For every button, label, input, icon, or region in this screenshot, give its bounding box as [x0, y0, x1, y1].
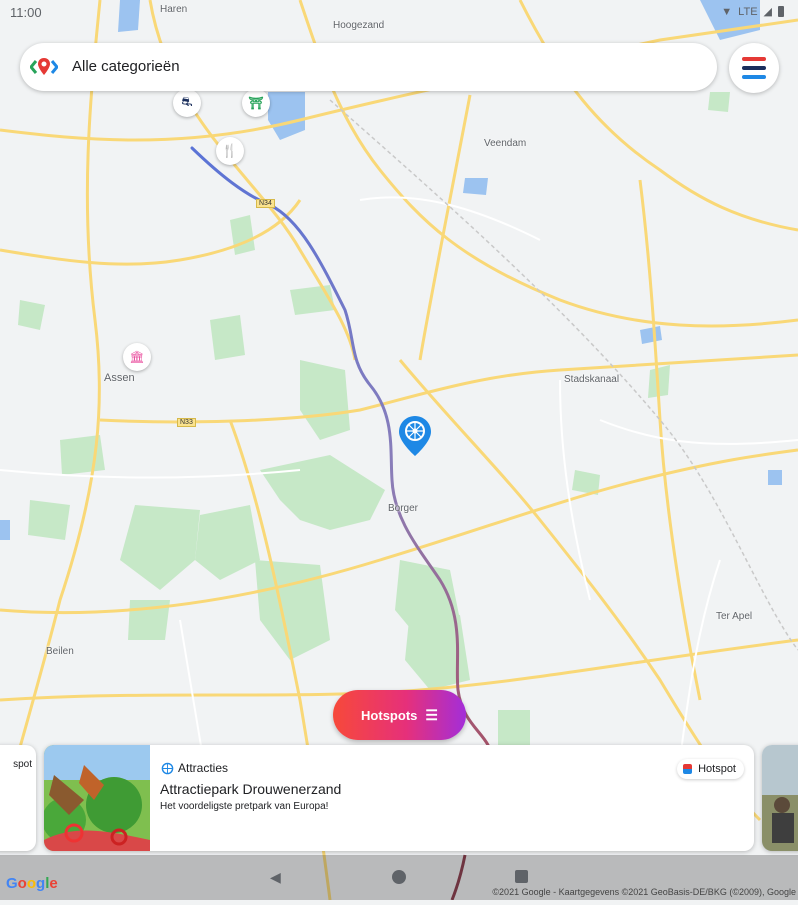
- next-card-photo: [762, 745, 798, 851]
- category-filter[interactable]: Alle categorieën: [72, 58, 180, 75]
- museum-pin[interactable]: 🏛: [123, 343, 151, 371]
- app-logo-icon: [30, 58, 58, 75]
- signal-icon: ◢: [763, 6, 772, 18]
- back-button[interactable]: ◀: [270, 869, 281, 886]
- hotspots-button[interactable]: Hotspots ☰: [333, 690, 466, 740]
- system-nav-bar: Google ◀ ©2021 Google - Kaartgegevens ©2…: [0, 855, 798, 900]
- place-label: Beilen: [46, 646, 74, 657]
- home-button[interactable]: [392, 870, 406, 884]
- previous-card[interactable]: spot: [0, 745, 36, 851]
- attraction-photo: [44, 745, 150, 851]
- hotspot-badge: spot: [13, 759, 32, 770]
- place-label: Assen: [104, 372, 135, 384]
- search-bar[interactable]: Alle categorieën: [20, 43, 717, 91]
- attraction-marker[interactable]: [399, 416, 431, 456]
- network-type: LTE: [738, 5, 758, 18]
- place-label: Stadskanaal: [564, 374, 620, 385]
- google-logo: Google: [6, 875, 58, 892]
- place-label: Borger: [388, 503, 419, 514]
- menu-icon: [742, 57, 766, 61]
- card-title: Attractiepark Drouwenerzand: [160, 781, 342, 797]
- fork-knife-icon: 🍴: [221, 143, 239, 158]
- route-start-pin[interactable]: ⛐: [173, 89, 201, 117]
- next-card[interactable]: [762, 745, 798, 851]
- menu-icon-bar: [742, 75, 766, 79]
- hotspot-pin[interactable]: ⛩: [242, 89, 270, 117]
- ferris-wheel-icon: [399, 416, 431, 456]
- menu-icon-bar: [742, 66, 766, 70]
- menu-button[interactable]: [729, 43, 779, 93]
- place-label: Veendam: [484, 138, 527, 149]
- hotspots-label: Hotspots: [361, 707, 418, 723]
- card-description: Het voordeligste pretpark van Europa!: [160, 801, 329, 812]
- route-icon: ⛐: [181, 94, 193, 109]
- clock: 11:00: [10, 5, 42, 20]
- wifi-icon: ▼: [721, 5, 733, 18]
- list-icon: ☰: [425, 706, 438, 723]
- battery-icon: [778, 6, 784, 17]
- status-bar: 11:00 ▼ LTE ◢: [0, 0, 798, 24]
- museum-icon: 🏛: [129, 350, 145, 364]
- hotspot-badge: Hotspot: [677, 759, 744, 779]
- gate-icon: ⛩: [248, 96, 264, 110]
- road-sign: N33: [177, 418, 196, 427]
- restaurant-pin[interactable]: 🍴: [216, 137, 244, 165]
- card-category: Attracties: [161, 761, 228, 775]
- ferris-wheel-icon: [161, 762, 174, 774]
- category-label: Attracties: [178, 761, 229, 775]
- road-sign: N34: [256, 199, 275, 208]
- map-copyright: ©2021 Google - Kaartgegevens ©2021 GeoBa…: [492, 887, 796, 897]
- status-icons: ▼ LTE ◢: [721, 5, 784, 18]
- hotspot-badge-label: Hotspot: [698, 763, 736, 775]
- place-label: Ter Apel: [716, 611, 753, 622]
- poi-card[interactable]: Attracties Hotspot Attractiepark Drouwen…: [44, 745, 754, 851]
- hotspot-icon: [683, 764, 693, 774]
- recents-button[interactable]: [515, 870, 528, 883]
